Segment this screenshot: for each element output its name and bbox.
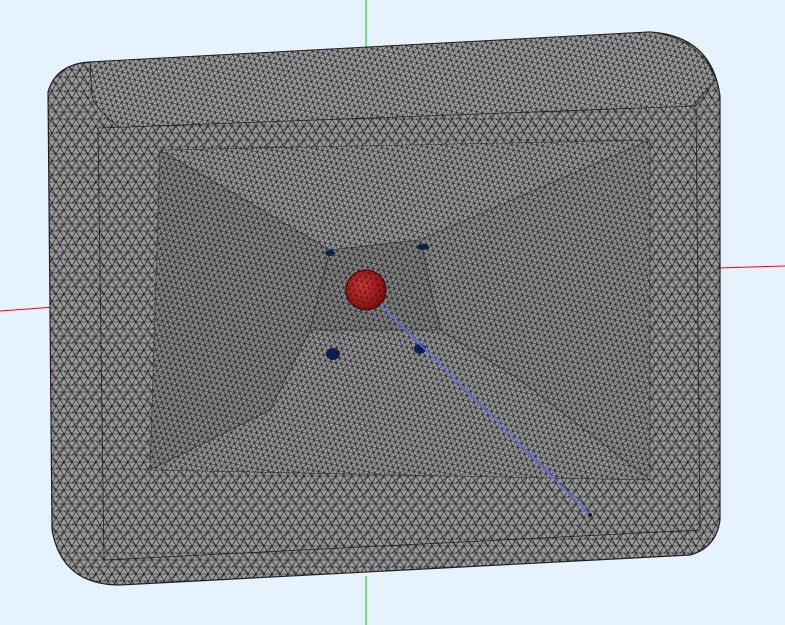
x-axis-line-left [0,306,56,312]
ray-endpoint[interactable] [588,513,592,517]
scene-canvas[interactable] [0,0,785,625]
receiver-hole[interactable] [325,250,335,256]
receiver-hole[interactable] [417,244,429,250]
receiver-hole[interactable] [326,348,340,360]
x-axis-line-right [717,265,785,269]
3d-viewport[interactable] [0,0,785,625]
source-sphere[interactable] [345,269,387,311]
